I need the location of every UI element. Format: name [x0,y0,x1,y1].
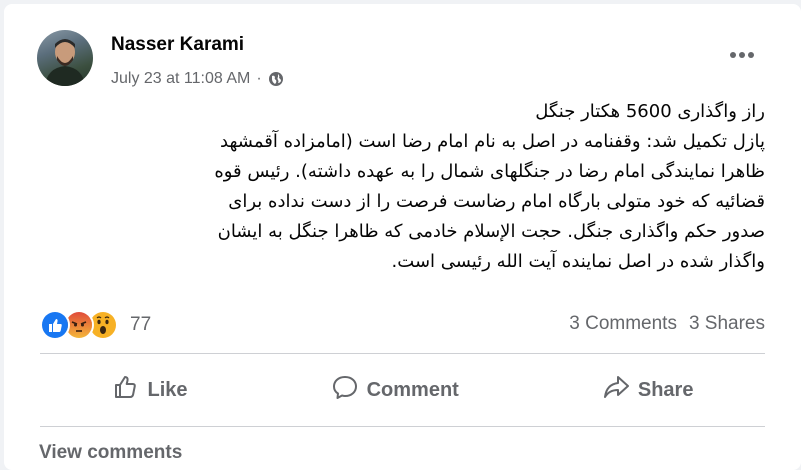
comment-icon [331,373,359,407]
engagement-counts: 3 Comments 3 Shares [569,313,765,335]
post-line: قضائیه که خود متولی بارگاه امام رضاست فر… [228,191,765,212]
comment-label: Comment [366,378,459,401]
comments-count[interactable]: 3 Comments [569,313,677,335]
post-body: راز واگذاری 5600 هکتار جنگل پازل تکمیل ش… [45,97,765,277]
divider [40,353,765,354]
action-bar: Like Comment Share [40,361,765,419]
author-name[interactable]: Nasser Karami [111,34,244,56]
post-line: واگذار شده در اصل نماینده آیت الله رئیسی… [391,251,765,272]
author-avatar[interactable] [37,30,93,86]
post-meta: July 23 at 11:08 AM · [111,68,284,90]
globe-icon[interactable] [268,71,284,87]
like-icon [40,310,70,340]
more-options-icon[interactable] [725,44,759,66]
post-line: راز واگذاری 5600 هکتار جنگل [535,101,765,122]
divider [40,426,765,427]
meta-separator: · [256,70,262,87]
share-label: Share [637,378,694,401]
share-button[interactable]: Share [582,365,714,415]
post-card: Nasser Karami July 23 at 11:08 AM · راز … [4,4,801,470]
like-label: Like [147,378,188,401]
shares-count[interactable]: 3 Shares [689,313,765,335]
view-comments-link[interactable]: View comments [39,442,182,464]
reaction-count: 77 [130,314,152,335]
comment-button[interactable]: Comment [311,365,479,415]
post-line: ظاهرا نمایندگی امام رضا در جنگلهای شمال … [214,161,765,182]
thumbs-up-icon [112,373,140,407]
post-line: صدور حکم واگذاری جنگل. حجت الإسلام خادمی… [217,221,765,242]
reactions-summary[interactable]: 77 [40,310,151,340]
share-icon [602,373,630,407]
post-timestamp[interactable]: July 23 at 11:08 AM [111,70,250,88]
like-button[interactable]: Like [92,365,208,415]
post-line: پازل تکمیل شد: وقفنامه در اصل به نام اما… [220,131,765,152]
